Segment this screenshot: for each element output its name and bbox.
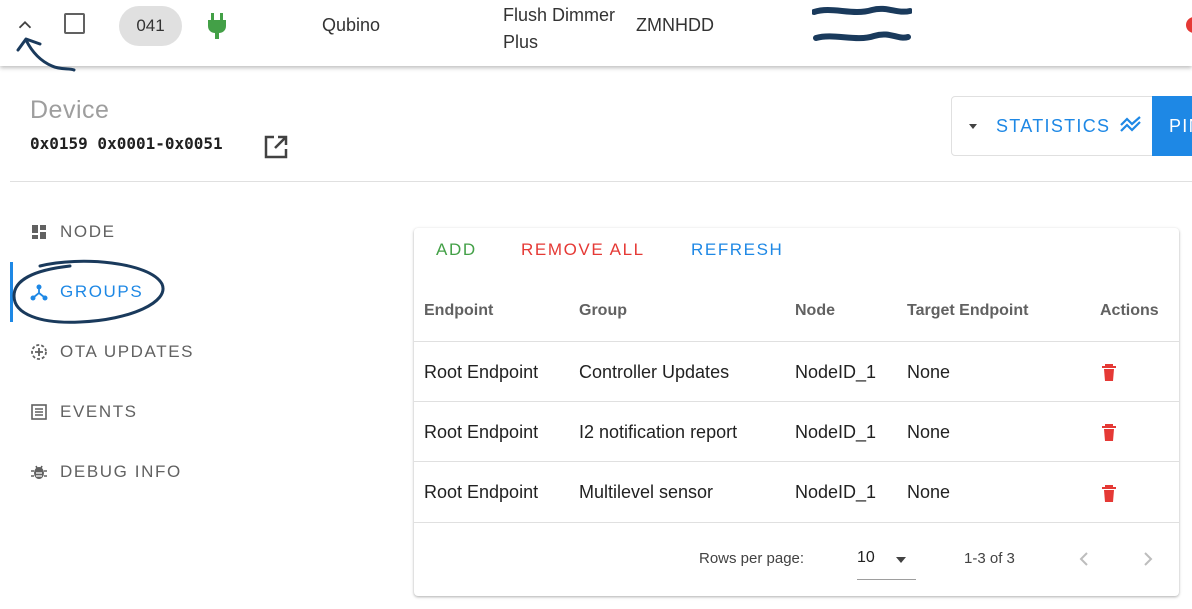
- cell-endpoint: Root Endpoint: [424, 482, 539, 502]
- pagination-range: 1-3 of 3: [964, 550, 1015, 567]
- column-header-node[interactable]: Node: [795, 302, 835, 320]
- select-underline: [857, 579, 916, 580]
- statistics-label[interactable]: STATISTICS: [996, 116, 1110, 137]
- dashboard-icon: [32, 225, 46, 239]
- plug-icon: [208, 13, 226, 39]
- trending-icon: [1120, 116, 1141, 132]
- row-divider: [414, 461, 1179, 462]
- product-code: ZMNHDD: [636, 15, 714, 35]
- status-dot: [1186, 17, 1192, 33]
- ota-icon: [31, 344, 47, 360]
- cell-endpoint: Root Endpoint: [424, 422, 539, 442]
- sidebar-item-debug-info[interactable]: DEBUG INFO: [10, 442, 380, 502]
- manufacturer: Qubino: [322, 15, 381, 35]
- redacted-text: [812, 5, 912, 42]
- cell-node: NodeID_1: [795, 422, 877, 442]
- device-id: 0x0159 0x0001-0x0051: [30, 134, 223, 153]
- delete-icon[interactable]: [1101, 364, 1117, 382]
- cell-node: NodeID_1: [795, 482, 877, 502]
- row-divider: [414, 341, 1179, 342]
- cell-endpoint: Root Endpoint: [424, 362, 539, 382]
- cell-target: None: [907, 482, 951, 502]
- node-id-chip: 041: [119, 6, 182, 46]
- column-header-group[interactable]: Group: [579, 302, 627, 320]
- refresh-button[interactable]: REFRESH: [691, 240, 783, 260]
- sidebar-item-label: OTA UPDATES: [60, 342, 195, 361]
- cell-node: NodeID_1: [795, 362, 877, 382]
- rows-per-page-select[interactable]: 10: [857, 549, 875, 567]
- device-row[interactable]: 041 Qubino Flush Dimmer Plus ZMNHDD: [0, 0, 1192, 66]
- rows-per-page-label: Rows per page:: [699, 550, 805, 567]
- bug-icon: [31, 465, 47, 479]
- cell-group: Multilevel sensor: [579, 482, 714, 502]
- divider: [10, 181, 1192, 182]
- row-divider: [414, 401, 1179, 402]
- sidebar-item-label: NODE: [60, 222, 116, 241]
- remove-all-button[interactable]: REMOVE ALL: [521, 240, 645, 260]
- row-divider: [414, 522, 1179, 523]
- column-header-endpoint[interactable]: Endpoint: [424, 302, 493, 320]
- sidebar-item-label: EVENTS: [60, 402, 138, 421]
- row-select-checkbox[interactable]: [64, 13, 85, 34]
- cell-target: None: [907, 422, 951, 442]
- add-button[interactable]: ADD: [436, 240, 477, 260]
- open-in-new-icon[interactable]: [263, 134, 289, 160]
- sidebar-item-groups[interactable]: GROUPS: [10, 262, 380, 322]
- delete-icon[interactable]: [1101, 485, 1117, 503]
- list-icon: [31, 404, 47, 420]
- delete-icon[interactable]: [1101, 424, 1117, 442]
- sidebar-item-label: GROUPS: [60, 282, 144, 301]
- column-header-actions: Actions: [1100, 302, 1159, 319]
- product-name: Flush Dimmer Plus: [503, 5, 616, 52]
- chevron-up-icon[interactable]: [14, 14, 36, 36]
- sidebar-item-ota-updates[interactable]: OTA UPDATES: [10, 322, 380, 382]
- chevron-right-icon[interactable]: [1138, 550, 1156, 568]
- caret-down-icon[interactable]: [894, 555, 908, 565]
- device-title: Device: [30, 96, 110, 124]
- caret-down-icon[interactable]: [966, 119, 980, 133]
- sidebar-item-label: DEBUG INFO: [60, 462, 182, 481]
- column-header-target-endpoint[interactable]: Target Endpoint: [907, 302, 1028, 320]
- groups-card: [414, 228, 1179, 596]
- cell-group: Controller Updates: [579, 362, 730, 382]
- chevron-left-icon[interactable]: [1076, 550, 1094, 568]
- cell-target: None: [907, 362, 951, 382]
- hub-icon: [30, 284, 48, 301]
- sidebar-item-events[interactable]: EVENTS: [10, 382, 380, 442]
- sidebar-item-node[interactable]: NODE: [10, 202, 380, 262]
- cell-group: I2 notification report: [579, 422, 738, 442]
- ping-button[interactable]: PIN: [1152, 96, 1192, 156]
